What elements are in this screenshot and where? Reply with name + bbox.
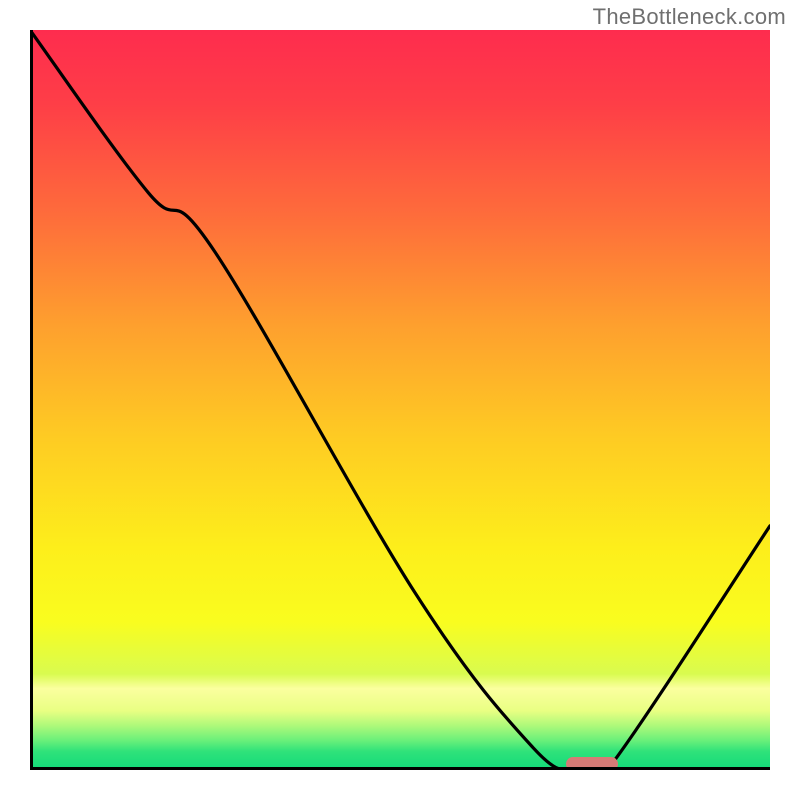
bottleneck-chart: TheBottleneck.com [0,0,800,800]
x-axis [30,767,770,770]
watermark-label: TheBottleneck.com [593,4,786,30]
bottleneck-curve [30,30,770,770]
y-axis [30,30,33,770]
plot-area [30,30,770,770]
